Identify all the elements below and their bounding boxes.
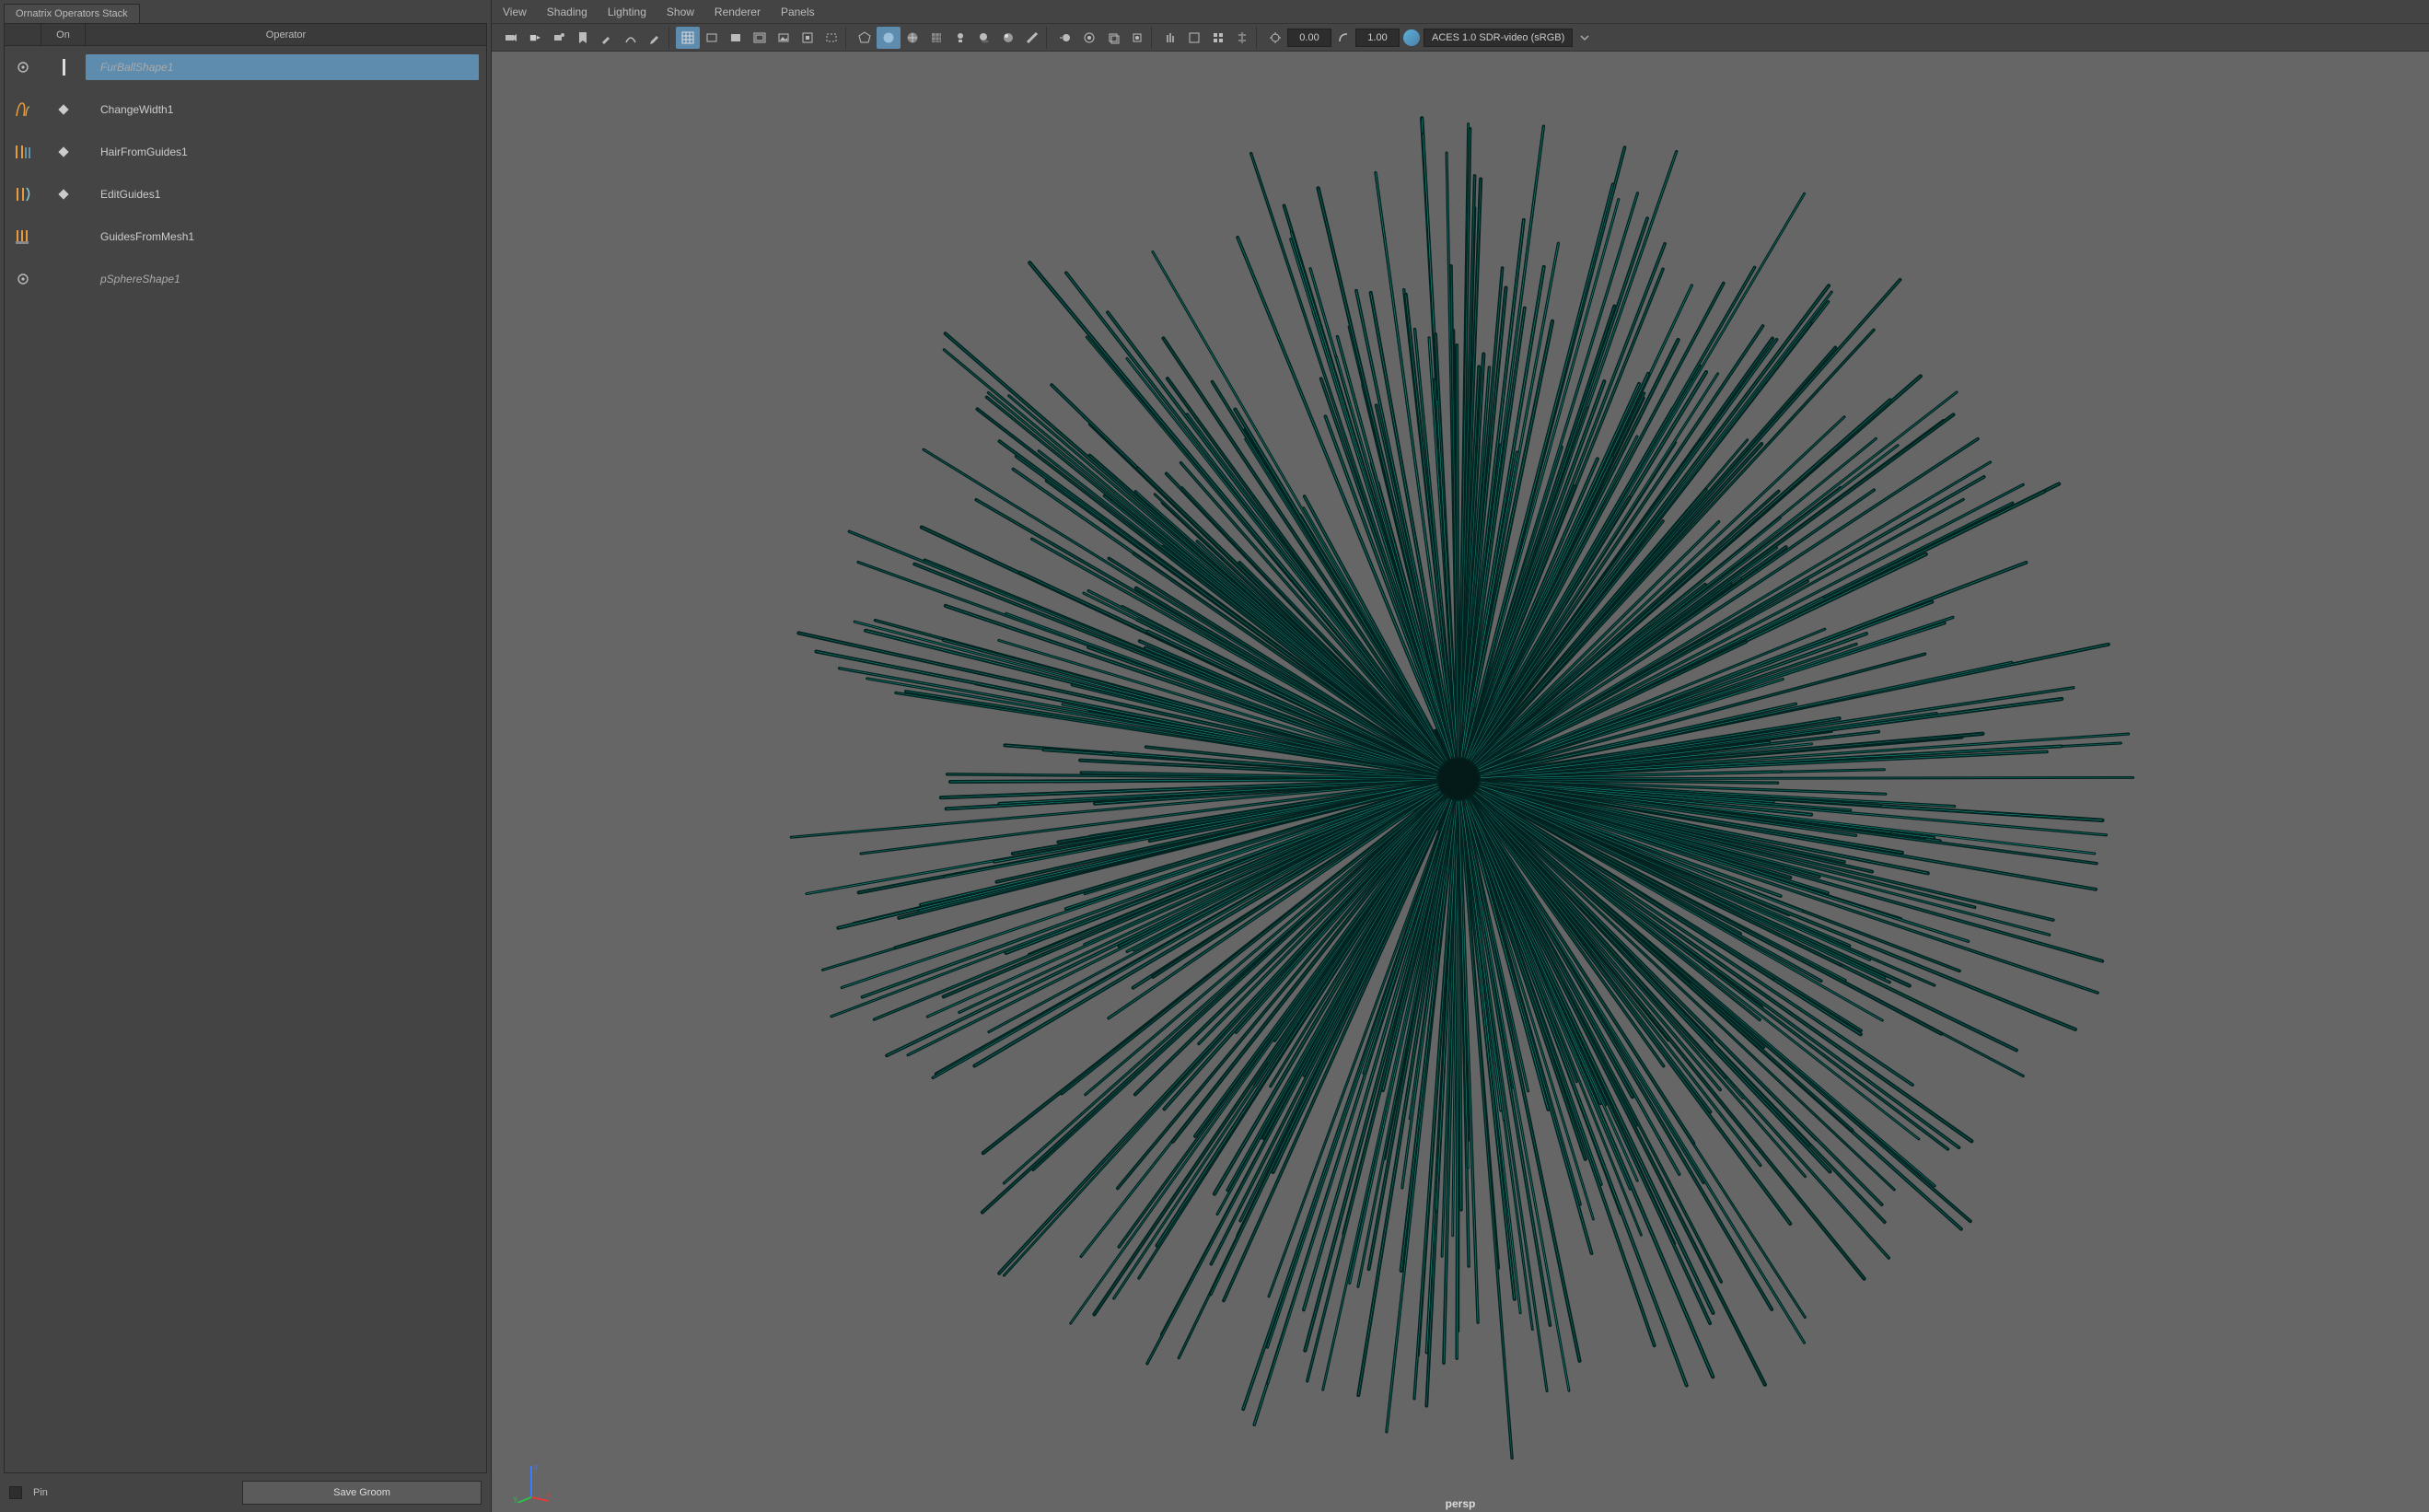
header-on-label: On — [56, 29, 70, 41]
ao-icon[interactable] — [996, 27, 1020, 49]
stack-list[interactable]: FurBallShape1 ChangeWidth1 HairFromGuides1… — [5, 46, 486, 1472]
stack-row[interactable]: ChangeWidth1 — [5, 88, 486, 131]
operator-name[interactable]: FurBallShape1 — [86, 54, 479, 80]
xgen-icon[interactable] — [1158, 27, 1182, 49]
save-groom-button[interactable]: Save Groom — [242, 1481, 482, 1505]
header-operator-col: Operator — [86, 24, 486, 45]
stack-row[interactable]: pSphereShape1 — [5, 258, 486, 300]
toolbar-separator — [668, 27, 674, 49]
stack-row[interactable]: HairFromGuides1 — [5, 131, 486, 173]
svg-text:z: z — [534, 1463, 538, 1471]
xray-icon[interactable] — [1101, 27, 1125, 49]
header-icon-col — [5, 24, 41, 45]
image-plane-icon[interactable] — [772, 27, 796, 49]
lights-icon[interactable] — [948, 27, 972, 49]
dof-icon[interactable] — [1077, 27, 1101, 49]
viewport-area: View Shading Lighting Show Renderer Panels ■▸… — [492, 0, 2429, 1512]
shadows-icon[interactable] — [972, 27, 996, 49]
operator-name[interactable]: EditGuides1 — [86, 188, 486, 201]
panel-footer: Pin Save Groom — [0, 1473, 491, 1512]
antialias-icon[interactable] — [1020, 27, 1044, 49]
menu-lighting[interactable]: Lighting — [608, 6, 646, 18]
stack-header: On Operator — [5, 24, 486, 46]
operator-name[interactable]: ChangeWidth1 — [86, 103, 486, 116]
colorspace-dropdown[interactable]: ACES 1.0 SDR-video (sRGB) — [1424, 29, 1573, 47]
viewport-canvas[interactable] — [492, 52, 2429, 1512]
viewport-toolbar: ■▸ 0.00 1.00 ACES 1.0 SDR-video (sRGB) — [492, 24, 2429, 52]
svg-text:y: y — [514, 1495, 517, 1503]
header-on-col: On — [41, 24, 86, 45]
menu-renderer[interactable]: Renderer — [715, 6, 761, 18]
wire-on-shaded-icon[interactable] — [901, 27, 924, 49]
operator-name[interactable]: GuidesFromMesh1 — [86, 230, 486, 243]
colorspace-label: ACES 1.0 SDR-video (sRGB) — [1432, 32, 1564, 43]
menu-shading[interactable]: Shading — [547, 6, 587, 18]
isolate-icon[interactable] — [1125, 27, 1149, 49]
svg-text:x: x — [547, 1491, 551, 1499]
gear-icon — [5, 55, 41, 79]
film-gate-icon[interactable] — [700, 27, 724, 49]
on-toggle[interactable] — [41, 148, 86, 156]
axis-gizmo-icon[interactable]: z y x — [510, 1460, 552, 1503]
safe-action-icon[interactable] — [819, 27, 843, 49]
gamma-field-icon[interactable] — [1331, 27, 1355, 49]
brush-icon[interactable] — [595, 27, 619, 49]
on-toggle[interactable] — [41, 106, 86, 113]
bookmark-icon[interactable] — [571, 27, 595, 49]
operator-name[interactable]: pSphereShape1 — [86, 273, 486, 285]
stack-row[interactable]: GuidesFromMesh1 — [5, 215, 486, 258]
toolbar-separator — [1256, 27, 1261, 49]
exposure-field[interactable]: 0.00 — [1287, 29, 1331, 47]
shaded-icon[interactable] — [877, 27, 901, 49]
gamma-field[interactable]: 1.00 — [1355, 29, 1400, 47]
viewport[interactable]: z y x persp — [492, 52, 2429, 1512]
guidesfrommesh-icon — [5, 225, 41, 249]
operators-stack-panel: Ornatrix Operators Stack On Operator Fur… — [0, 0, 492, 1512]
menu-panels[interactable]: Panels — [781, 6, 815, 18]
exposure-field-icon[interactable] — [1263, 27, 1287, 49]
save-groom-label: Save Groom — [333, 1487, 390, 1498]
on-toggle[interactable] — [41, 59, 86, 76]
wireframe-icon[interactable] — [853, 27, 877, 49]
region-icon[interactable] — [796, 27, 819, 49]
gate-mask-icon[interactable] — [724, 27, 748, 49]
operator-name[interactable]: HairFromGuides1 — [86, 145, 486, 158]
grease-pencil-icon[interactable] — [643, 27, 667, 49]
symmetry-icon[interactable] — [1230, 27, 1254, 49]
menu-show[interactable]: Show — [667, 6, 694, 18]
textured-icon[interactable] — [924, 27, 948, 49]
stack-row[interactable]: EditGuides1 — [5, 173, 486, 215]
on-toggle[interactable] — [41, 191, 86, 198]
pin-checkbox[interactable] — [9, 1486, 22, 1499]
colorspace-chevron-icon[interactable] — [1573, 27, 1597, 49]
camera-settings-icon[interactable] — [547, 27, 571, 49]
camera-icon[interactable]: ■▸ — [523, 27, 547, 49]
curve-icon[interactable] — [619, 27, 643, 49]
menu-view[interactable]: View — [503, 6, 527, 18]
poly-count-icon[interactable] — [1182, 27, 1206, 49]
grid-icon[interactable] — [676, 27, 700, 49]
camera-label: persp — [1446, 1497, 1476, 1510]
toolbar-separator — [1046, 27, 1052, 49]
stack-row[interactable]: FurBallShape1 — [5, 46, 486, 88]
editguides-icon — [5, 182, 41, 206]
select-camera-icon[interactable] — [499, 27, 523, 49]
pin-label: Pin — [33, 1487, 48, 1498]
changewidth-icon — [5, 98, 41, 122]
color-pick-icon[interactable] — [1400, 27, 1424, 49]
toolbar-separator — [845, 27, 851, 49]
hairfromguides-icon — [5, 140, 41, 164]
toolbar-separator — [1151, 27, 1156, 49]
panel-title: Ornatrix Operators Stack — [16, 8, 128, 19]
motion-blur-icon[interactable] — [1053, 27, 1077, 49]
gear-icon — [5, 267, 41, 291]
viewport-menu-bar: View Shading Lighting Show Renderer Panels — [492, 0, 2429, 24]
resolution-gate-icon[interactable] — [748, 27, 772, 49]
component-icon[interactable] — [1206, 27, 1230, 49]
header-operator-label: Operator — [266, 29, 306, 41]
panel-title-tab[interactable]: Ornatrix Operators Stack — [4, 4, 140, 23]
